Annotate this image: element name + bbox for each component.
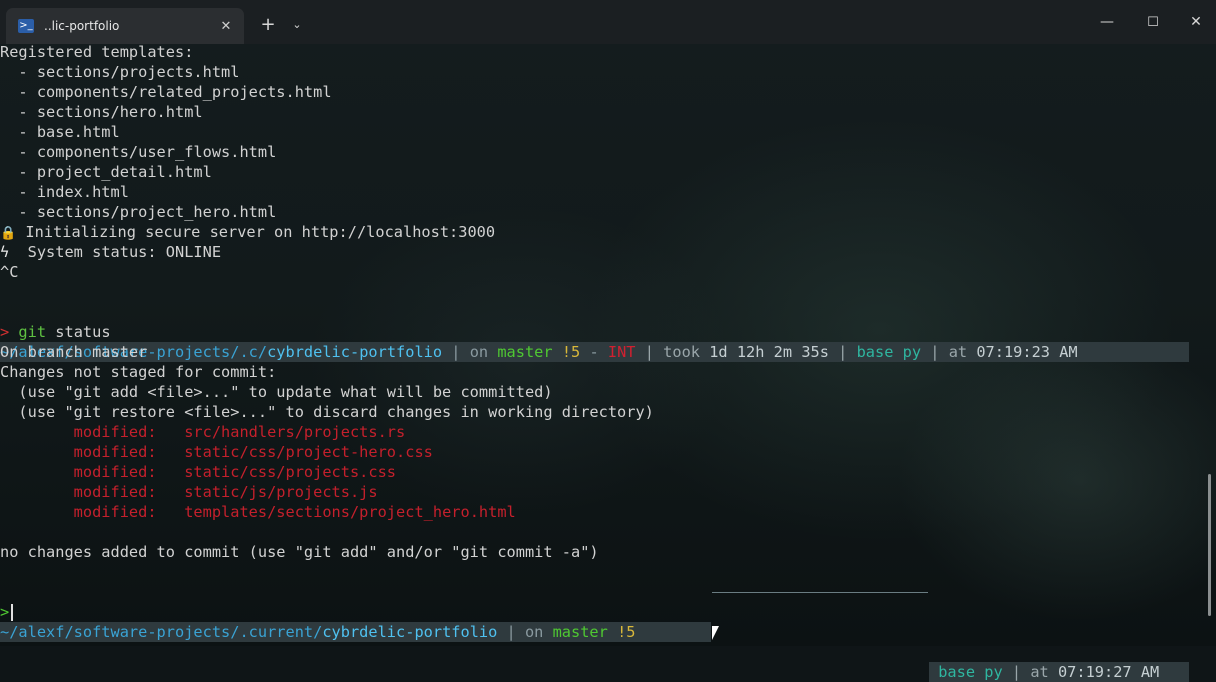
command-name: git xyxy=(9,323,47,341)
input-line[interactable]: > xyxy=(0,602,1216,622)
prompt-path-dir: cybrdelic-portfolio xyxy=(322,623,498,641)
template-line: - sections/hero.html xyxy=(0,103,203,121)
prompt-on: | on xyxy=(497,623,553,641)
prompt-char: > xyxy=(0,323,10,341)
mouse-pointer-icon xyxy=(712,626,719,640)
modified-file: static/css/projects.css xyxy=(184,463,397,481)
output-line: Registered templates: xyxy=(0,43,194,61)
output-line: 🔒 Initializing secure server on http://l… xyxy=(0,222,1216,242)
status-text: System status: ONLINE xyxy=(9,243,222,261)
prompt-branch: master xyxy=(552,623,608,641)
prompt-line: ~/alexf/software-projects/.c/cybrdelic-p… xyxy=(0,302,1216,362)
prompt-bar-left: ~/alexf/software-projects/.current/cybrd… xyxy=(0,622,711,642)
lock-icon: 🔒 xyxy=(0,226,17,241)
title-bar: >_ ..lic-portfolio ✕ + ⌄ — ☐ ✕ xyxy=(0,0,1216,44)
output-line: On branch master xyxy=(0,343,148,361)
prompt-char: > xyxy=(0,603,10,621)
template-line: - sections/project_hero.html xyxy=(0,203,277,221)
modified-file: static/js/projects.js xyxy=(184,483,378,501)
minimize-button[interactable]: — xyxy=(1084,10,1130,34)
prompt-env: base py xyxy=(938,663,1003,681)
template-line: - components/user_flows.html xyxy=(0,143,277,161)
new-tab-button[interactable]: + xyxy=(256,12,280,36)
modified-file-line: modified: static/js/projects.js xyxy=(0,482,1216,502)
modified-file-line: modified: static/css/projects.css xyxy=(0,462,1216,482)
command-line: > git status xyxy=(0,322,1216,342)
modified-file-line: modified: static/css/project-hero.css xyxy=(0,442,1216,462)
terminal-output[interactable]: Registered templates: - sections/project… xyxy=(0,42,1216,682)
output-line: ^C xyxy=(0,263,19,281)
template-line: - index.html xyxy=(0,183,129,201)
prompt-path-mid: .current/ xyxy=(239,623,323,641)
modified-file: src/handlers/projects.rs xyxy=(184,423,406,441)
powershell-icon: >_ xyxy=(18,19,34,33)
prompt-bar-right: base py | at 07:19:27 AM xyxy=(929,662,1189,682)
output-line: no changes added to commit (use "git add… xyxy=(0,543,599,561)
modified-file-line: modified: src/handlers/projects.rs xyxy=(0,422,1216,442)
close-window-button[interactable]: ✕ xyxy=(1176,10,1216,34)
scrollbar[interactable] xyxy=(1208,474,1211,616)
prompt-dirty-count: !5 xyxy=(607,623,636,641)
output-line: (use "git add <file>..." to update what … xyxy=(0,383,553,401)
prompt-fill-line xyxy=(712,592,928,593)
template-line: - base.html xyxy=(0,123,120,141)
template-line: - project_detail.html xyxy=(0,163,212,181)
output-line: (use "git restore <file>..." to discard … xyxy=(0,403,654,421)
modified-file: templates/sections/project_hero.html xyxy=(184,503,516,521)
terminal-tab[interactable]: >_ ..lic-portfolio ✕ xyxy=(6,8,244,44)
modified-label: modified: xyxy=(0,463,185,481)
text-cursor xyxy=(11,604,14,621)
output-line: ϟ System status: ONLINE xyxy=(0,242,1216,262)
init-text: Initializing secure server on http://loc… xyxy=(16,223,496,241)
maximize-button[interactable]: ☐ xyxy=(1130,10,1176,34)
prompt-path-prefix: ~/alexf/software-projects/ xyxy=(0,623,240,641)
modified-file-line: modified: templates/sections/project_her… xyxy=(0,502,1216,522)
template-line: - components/related_projects.html xyxy=(0,83,332,101)
modified-label: modified: xyxy=(0,503,185,521)
tab-title: ..lic-portfolio xyxy=(44,19,120,33)
chevron-down-icon[interactable]: ⌄ xyxy=(286,12,308,36)
modified-label: modified: xyxy=(0,423,185,441)
close-tab-icon[interactable]: ✕ xyxy=(214,14,238,38)
prompt-time: 07:19:27 AM xyxy=(1057,663,1160,681)
modified-label: modified: xyxy=(0,443,185,461)
prompt-at: | at xyxy=(1002,663,1058,681)
modified-label: modified: xyxy=(0,483,185,501)
bolt-icon: ϟ xyxy=(0,243,10,261)
prompt-line: ~/alexf/software-projects/.current/cybrd… xyxy=(0,582,1216,682)
template-line: - sections/projects.html xyxy=(0,63,240,81)
modified-file: static/css/project-hero.css xyxy=(184,443,433,461)
output-line: Changes not staged for commit: xyxy=(0,363,277,381)
command-args: status xyxy=(46,323,111,341)
